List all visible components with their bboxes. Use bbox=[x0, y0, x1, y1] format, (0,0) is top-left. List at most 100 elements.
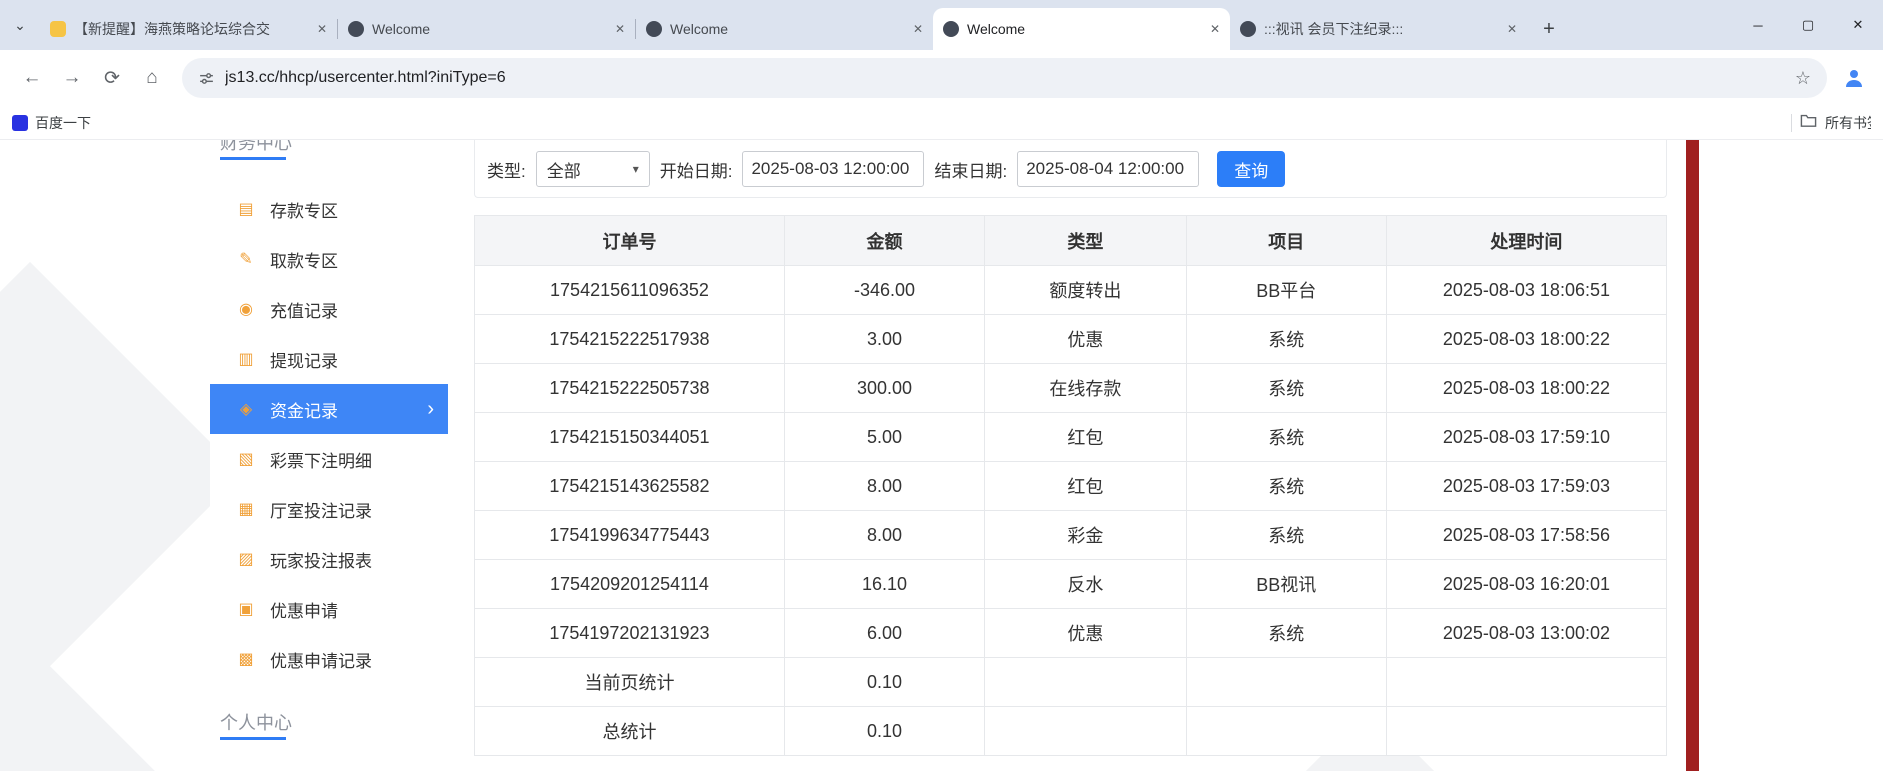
player-bet-report-icon: ▨ bbox=[236, 549, 256, 569]
table-cell: 1754197202131923 bbox=[475, 609, 785, 658]
browser-tab[interactable]: Welcome✕ bbox=[636, 8, 933, 50]
reload-icon[interactable]: ⟳ bbox=[92, 58, 132, 98]
type-select[interactable]: 全部 ▾ bbox=[536, 151, 650, 187]
browser-tab[interactable]: Welcome✕ bbox=[338, 8, 635, 50]
sidebar-item-label: 提现记录 bbox=[270, 347, 338, 372]
tab-favicon bbox=[50, 21, 66, 37]
table-cell: 1754215222517938 bbox=[475, 315, 785, 364]
tab-favicon bbox=[348, 21, 364, 37]
maximize-icon[interactable]: ▢ bbox=[1783, 0, 1833, 50]
table-row: 17542151436255828.00红包系统2025-08-03 17:59… bbox=[475, 462, 1667, 511]
tab-strip: ⌄ 【新提醒】海燕策略论坛综合交✕Welcome✕Welcome✕Welcome… bbox=[0, 0, 1883, 50]
bookmark-star-icon[interactable]: ☆ bbox=[1795, 68, 1811, 89]
chevron-down-icon: ▾ bbox=[633, 162, 639, 176]
table-cell: 2025-08-03 18:06:51 bbox=[1386, 266, 1666, 315]
hall-bet-records-icon: ▦ bbox=[236, 499, 256, 519]
table-cell: 当前页统计 bbox=[475, 658, 785, 707]
bookmark-baidu[interactable]: 百度一下 bbox=[12, 113, 91, 133]
table-row: 17541996347754438.00彩金系统2025-08-03 17:58… bbox=[475, 511, 1667, 560]
search-button[interactable]: 查询 bbox=[1217, 151, 1285, 187]
table-cell: 优惠 bbox=[985, 609, 1186, 658]
table-cell: 总统计 bbox=[475, 707, 785, 756]
sidebar-item-label: 资金记录 bbox=[270, 397, 338, 422]
sidebar-item-deposit-zone[interactable]: ▤ 存款专区 bbox=[210, 184, 448, 234]
home-icon[interactable]: ⌂ bbox=[132, 58, 172, 98]
sidebar-item-withdrawal-records[interactable]: ▥提现记录 bbox=[210, 334, 448, 384]
browser-tab[interactable]: :::视讯 会员下注纪录:::✕ bbox=[1230, 8, 1527, 50]
column-header: 类型 bbox=[985, 216, 1186, 266]
deposit-zone-icon: ▤ bbox=[236, 199, 256, 219]
tab-title: 【新提醒】海燕策略论坛综合交 bbox=[74, 19, 311, 39]
sidebar-item-recharge-records[interactable]: ◉充值记录 bbox=[210, 284, 448, 334]
all-bookmarks-label[interactable]: 所有书签 bbox=[1825, 113, 1871, 133]
table-header-row: 订单号金额类型项目处理时间 bbox=[475, 216, 1667, 266]
table-cell: 6.00 bbox=[784, 609, 984, 658]
site-info-icon[interactable] bbox=[198, 70, 215, 87]
sidebar-menu: ▤ 存款专区 ✎取款专区◉充值记录▥提现记录◈资金记录›▧彩票下注明细▦厅室投注记录… bbox=[210, 184, 448, 684]
filter-row: 类型: 全部 ▾ 开始日期: 结束日期: 查询 bbox=[487, 151, 1285, 187]
column-header: 金额 bbox=[784, 216, 984, 266]
table-cell bbox=[1186, 707, 1386, 756]
table-cell: 系统 bbox=[1186, 364, 1386, 413]
table-row: 当前页统计0.10 bbox=[475, 658, 1667, 707]
url-field[interactable]: js13.cc/hhcp/usercenter.html?iniType=6 ☆ bbox=[182, 58, 1827, 98]
table-cell: -346.00 bbox=[784, 266, 984, 315]
table-cell: 16.10 bbox=[784, 560, 984, 609]
sidebar-item-withdraw-zone[interactable]: ✎取款专区 bbox=[210, 234, 448, 284]
table-row: 175420920125411416.10反水BB视讯2025-08-03 16… bbox=[475, 560, 1667, 609]
browser-tab[interactable]: 【新提醒】海燕策略论坛综合交 ✕ bbox=[40, 8, 337, 50]
close-icon[interactable]: ✕ bbox=[1833, 0, 1883, 50]
section-heading-personal: 个人中心 bbox=[210, 712, 448, 734]
table-body: 1754215611096352-346.00额度转出BB平台2025-08-0… bbox=[475, 266, 1667, 756]
table-cell bbox=[1186, 658, 1386, 707]
column-header: 处理时间 bbox=[1386, 216, 1666, 266]
promo-apply-records-icon: ▩ bbox=[236, 649, 256, 669]
profile-icon[interactable] bbox=[1837, 61, 1871, 95]
sidebar-item-funds-records[interactable]: ◈资金记录› bbox=[210, 384, 448, 434]
window-controls: ─ ▢ ✕ bbox=[1733, 0, 1883, 50]
end-date-input[interactable] bbox=[1017, 151, 1199, 187]
browser-tab[interactable]: Welcome✕ bbox=[933, 8, 1230, 50]
tab-search-icon[interactable]: ⌄ bbox=[0, 0, 40, 50]
type-select-value: 全部 bbox=[547, 157, 581, 182]
tab-close-icon[interactable]: ✕ bbox=[913, 22, 923, 36]
table-cell: 8.00 bbox=[784, 462, 984, 511]
table-cell: 系统 bbox=[1186, 413, 1386, 462]
bookmarks-divider bbox=[1791, 114, 1792, 132]
tab-close-icon[interactable]: ✕ bbox=[615, 22, 625, 36]
table-cell: 1754215222505738 bbox=[475, 364, 785, 413]
sidebar-item-lottery-bet-details[interactable]: ▧彩票下注明细 bbox=[210, 434, 448, 484]
tab-close-icon[interactable]: ✕ bbox=[317, 22, 327, 36]
bookmarks-right: 所有书签 bbox=[1791, 113, 1871, 133]
sidebar-item-promo-apply-records[interactable]: ▩ 优惠申请记录 bbox=[210, 634, 448, 684]
start-date-input[interactable] bbox=[742, 151, 924, 187]
sidebar-item-promo-apply[interactable]: ▣优惠申请 bbox=[210, 584, 448, 634]
table-cell: 2025-08-03 18:00:22 bbox=[1386, 364, 1666, 413]
tab-close-icon[interactable]: ✕ bbox=[1507, 22, 1517, 36]
table-cell: 2025-08-03 13:00:02 bbox=[1386, 609, 1666, 658]
sidebar-item-hall-bet-records[interactable]: ▦厅室投注记录 bbox=[210, 484, 448, 534]
sidebar-item-player-bet-report[interactable]: ▨玩家投注报表 bbox=[210, 534, 448, 584]
folder-icon bbox=[1800, 113, 1817, 133]
table-cell bbox=[1386, 707, 1666, 756]
sidebar-item-label: 存款专区 bbox=[270, 197, 338, 222]
forward-icon[interactable]: → bbox=[52, 58, 92, 98]
minimize-icon[interactable]: ─ bbox=[1733, 0, 1783, 50]
sidebar-item-label: 优惠申请记录 bbox=[270, 647, 372, 672]
tab-close-icon[interactable]: ✕ bbox=[1210, 22, 1220, 36]
table-cell: 300.00 bbox=[784, 364, 984, 413]
background-triangle-decoration bbox=[0, 262, 242, 686]
back-icon[interactable]: ← bbox=[12, 58, 52, 98]
bookmarks-bar: 百度一下 所有书签 bbox=[0, 106, 1883, 140]
table-cell: 额度转出 bbox=[985, 266, 1186, 315]
promo-apply-icon: ▣ bbox=[236, 599, 256, 619]
table-cell: 系统 bbox=[1186, 462, 1386, 511]
browser-window: ⌄ 【新提醒】海燕策略论坛综合交✕Welcome✕Welcome✕Welcome… bbox=[0, 0, 1883, 771]
table-cell: 2025-08-03 17:59:10 bbox=[1386, 413, 1666, 462]
new-tab-button[interactable]: + bbox=[1533, 13, 1565, 45]
page-scrollbar[interactable] bbox=[1686, 140, 1699, 771]
table-cell: 1754215143625582 bbox=[475, 462, 785, 511]
sidebar-item-label: 取款专区 bbox=[270, 247, 338, 272]
table-row: 1754215222505738300.00在线存款系统2025-08-03 1… bbox=[475, 364, 1667, 413]
table-row: 总统计0.10 bbox=[475, 707, 1667, 756]
